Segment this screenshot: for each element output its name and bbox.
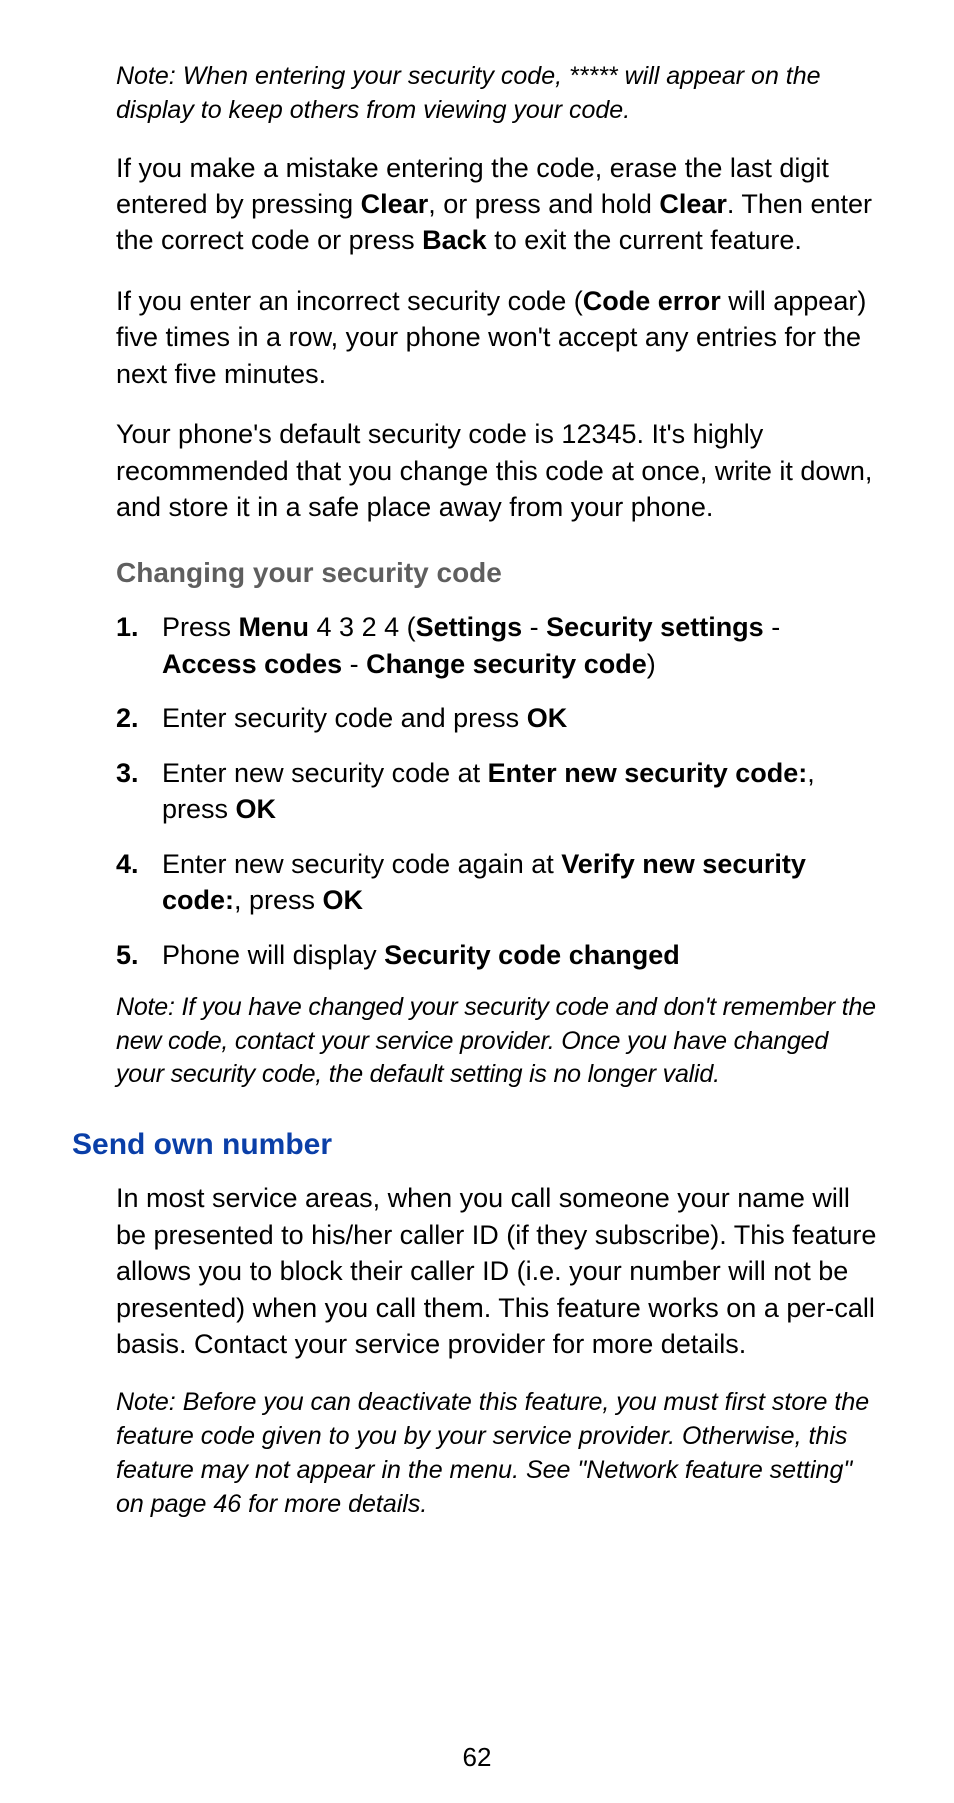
bold-security-code-changed: Security code changed [384, 940, 680, 970]
text: Enter new security code again at [162, 849, 561, 879]
text: - [342, 649, 366, 679]
bold-clear: Clear [659, 189, 727, 219]
heading-send-own-number: Send own number [72, 1128, 882, 1162]
note-security-code-mask: Note: When entering your security code, … [116, 60, 882, 128]
text: - [764, 612, 781, 642]
manual-page: Note: When entering your security code, … [0, 0, 954, 1803]
text: ) [647, 649, 656, 679]
bold-ok: OK [323, 885, 364, 915]
step-2: 2. Enter security code and press OK [116, 700, 882, 736]
step-text: Press Menu 4 3 2 4 (Settings - Security … [162, 609, 882, 682]
step-number: 1. [116, 609, 162, 645]
step-1: 1. Press Menu 4 3 2 4 (Settings - Securi… [116, 609, 882, 682]
step-number: 3. [116, 755, 162, 791]
step-5: 5. Phone will display Security code chan… [116, 937, 882, 973]
text: to exit the current feature. [487, 225, 802, 255]
text: , or press and hold [428, 189, 659, 219]
note-changed-code-contact: Note: If you have changed your security … [116, 991, 882, 1092]
text: - [522, 612, 546, 642]
step-number: 4. [116, 846, 162, 882]
bold-menu: Menu [239, 612, 310, 642]
text: Press [162, 612, 239, 642]
para-mistake-entering: If you make a mistake entering the code,… [116, 150, 882, 259]
step-text: Phone will display Security code changed [162, 937, 882, 973]
text: Enter new security code at [162, 758, 488, 788]
bold-access-codes: Access codes [162, 649, 342, 679]
step-text: Enter new security code at Enter new sec… [162, 755, 882, 828]
text: 4 3 2 4 ( [309, 612, 416, 642]
bold-security-settings: Security settings [546, 612, 764, 642]
step-text: Enter new security code again at Verify … [162, 846, 882, 919]
heading-changing-security-code: Changing your security code [116, 557, 882, 589]
bold-settings: Settings [416, 612, 523, 642]
text: Phone will display [162, 940, 384, 970]
bold-clear: Clear [361, 189, 429, 219]
bold-back: Back [422, 225, 487, 255]
bold-enter-new: Enter new security code: [488, 758, 808, 788]
step-number: 5. [116, 937, 162, 973]
step-text: Enter security code and press OK [162, 700, 882, 736]
para-send-own-number: In most service areas, when you call som… [116, 1180, 882, 1362]
steps-list: 1. Press Menu 4 3 2 4 (Settings - Securi… [116, 609, 882, 973]
bold-ok: OK [236, 794, 277, 824]
para-incorrect-code: If you enter an incorrect security code … [116, 283, 882, 392]
text: Enter security code and press [162, 703, 527, 733]
para-default-code: Your phone's default security code is 12… [116, 416, 882, 525]
note-deactivate-feature: Note: Before you can deactivate this fea… [116, 1386, 882, 1521]
step-4: 4. Enter new security code again at Veri… [116, 846, 882, 919]
page-number: 62 [0, 1742, 954, 1773]
text: , press [234, 885, 323, 915]
step-number: 2. [116, 700, 162, 736]
bold-change-security-code: Change security code [366, 649, 647, 679]
step-3: 3. Enter new security code at Enter new … [116, 755, 882, 828]
bold-code-error: Code error [583, 286, 721, 316]
bold-ok: OK [527, 703, 568, 733]
text: If you enter an incorrect security code … [116, 286, 583, 316]
